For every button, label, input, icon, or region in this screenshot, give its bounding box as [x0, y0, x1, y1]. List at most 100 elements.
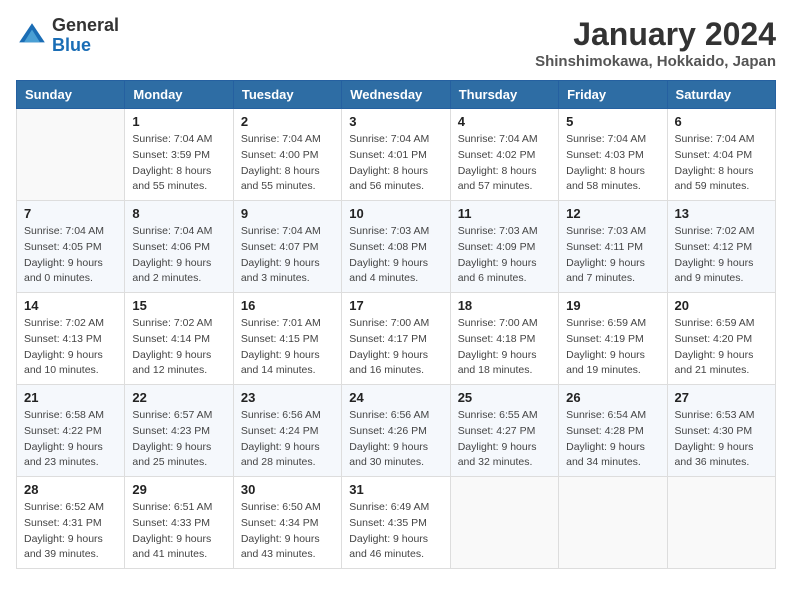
- day-info: Sunrise: 6:57 AMSunset: 4:23 PMDaylight:…: [132, 408, 225, 471]
- day-info: Sunrise: 6:53 AMSunset: 4:30 PMDaylight:…: [675, 408, 768, 471]
- calendar-cell: 3Sunrise: 7:04 AMSunset: 4:01 PMDaylight…: [342, 109, 450, 201]
- day-number: 17: [349, 298, 442, 313]
- day-info: Sunrise: 7:02 AMSunset: 4:12 PMDaylight:…: [675, 224, 768, 287]
- day-number: 14: [24, 298, 117, 313]
- calendar-cell: 19Sunrise: 6:59 AMSunset: 4:19 PMDayligh…: [559, 293, 667, 385]
- calendar-cell: 5 Sunrise: 7:04 AMSunset: 4:03 PMDaylight…: [559, 109, 667, 201]
- calendar-cell: 1 Sunrise: 7:04 AMSunset: 3:59 PMDaylight…: [125, 109, 233, 201]
- day-number: 25: [458, 390, 551, 405]
- calendar-cell: 31Sunrise: 6:49 AMSunset: 4:35 PMDayligh…: [342, 477, 450, 569]
- title-section: January 2024 Shinshimokawa, Hokkaido, Ja…: [535, 16, 776, 70]
- calendar-cell: 12Sunrise: 7:03 AMSunset: 4:11 PMDayligh…: [559, 201, 667, 293]
- day-number: 30: [241, 482, 334, 497]
- weekday-header: Tuesday: [233, 81, 341, 109]
- weekday-header: Friday: [559, 81, 667, 109]
- day-number: 31: [349, 482, 442, 497]
- day-number: 16: [241, 298, 334, 313]
- calendar-cell: 13 Sunrise: 7:02 AMSunset: 4:12 PMDayligh…: [667, 201, 775, 293]
- day-number: 15: [132, 298, 225, 313]
- logo-icon: [16, 20, 48, 52]
- location-subtitle: Shinshimokawa, Hokkaido, Japan: [535, 53, 776, 70]
- day-number: 8: [132, 206, 225, 221]
- calendar-cell: 6Sunrise: 7:04 AMSunset: 4:04 PMDaylight…: [667, 109, 775, 201]
- day-info: Sunrise: 7:03 AMSunset: 4:11 PMDaylight:…: [566, 224, 659, 287]
- calendar-cell: 7 Sunrise: 7:04 AMSunset: 4:05 PMDaylight…: [17, 201, 125, 293]
- day-number: 5: [566, 114, 659, 129]
- calendar-cell: 9Sunrise: 7:04 AMSunset: 4:07 PMDaylight…: [233, 201, 341, 293]
- day-number: 9: [241, 206, 334, 221]
- day-info: Sunrise: 7:03 AMSunset: 4:08 PMDaylight:…: [349, 224, 442, 287]
- calendar-cell: [450, 477, 558, 569]
- day-info: Sunrise: 6:50 AMSunset: 4:34 PMDaylight:…: [241, 500, 334, 563]
- day-info: Sunrise: 7:00 AMSunset: 4:18 PMDaylight:…: [458, 316, 551, 379]
- day-number: 4: [458, 114, 551, 129]
- calendar-week-row: 28 Sunrise: 6:52 AMSunset: 4:31 PMDayligh…: [17, 477, 776, 569]
- calendar-cell: [667, 477, 775, 569]
- calendar-cell: 26 Sunrise: 6:54 AMSunset: 4:28 PMDayligh…: [559, 385, 667, 477]
- day-number: 21: [24, 390, 117, 405]
- calendar-cell: 25 Sunrise: 6:55 AMSunset: 4:27 PMDayligh…: [450, 385, 558, 477]
- day-number: 27: [675, 390, 768, 405]
- calendar-week-row: 21Sunrise: 6:58 AMSunset: 4:22 PMDayligh…: [17, 385, 776, 477]
- logo: General Blue: [16, 16, 119, 56]
- calendar-cell: 29 Sunrise: 6:51 AMSunset: 4:33 PMDayligh…: [125, 477, 233, 569]
- day-info: Sunrise: 6:54 AMSunset: 4:28 PMDaylight:…: [566, 408, 659, 471]
- day-number: 23: [241, 390, 334, 405]
- calendar-cell: 14Sunrise: 7:02 AMSunset: 4:13 PMDayligh…: [17, 293, 125, 385]
- day-number: 6: [675, 114, 768, 129]
- day-info: Sunrise: 7:00 AMSunset: 4:17 PMDaylight:…: [349, 316, 442, 379]
- calendar-cell: 10 Sunrise: 7:03 AMSunset: 4:08 PMDayligh…: [342, 201, 450, 293]
- day-info: Sunrise: 7:02 AMSunset: 4:14 PMDaylight:…: [132, 316, 225, 379]
- calendar-cell: 15 Sunrise: 7:02 AMSunset: 4:14 PMDayligh…: [125, 293, 233, 385]
- calendar-table: SundayMondayTuesdayWednesdayThursdayFrid…: [16, 80, 776, 569]
- day-number: 10: [349, 206, 442, 221]
- day-info: Sunrise: 6:59 AMSunset: 4:19 PMDaylight:…: [566, 316, 659, 379]
- calendar-cell: 30 Sunrise: 6:50 AMSunset: 4:34 PMDayligh…: [233, 477, 341, 569]
- day-number: 20: [675, 298, 768, 313]
- calendar-cell: 8 Sunrise: 7:04 AMSunset: 4:06 PMDaylight…: [125, 201, 233, 293]
- calendar-week-row: 7 Sunrise: 7:04 AMSunset: 4:05 PMDaylight…: [17, 201, 776, 293]
- calendar-cell: [17, 109, 125, 201]
- calendar-cell: 20 Sunrise: 6:59 AMSunset: 4:20 PMDayligh…: [667, 293, 775, 385]
- weekday-header: Thursday: [450, 81, 558, 109]
- day-info: Sunrise: 7:04 AMSunset: 4:03 PMDaylight:…: [566, 132, 659, 195]
- day-info: Sunrise: 7:04 AMSunset: 4:05 PMDaylight:…: [24, 224, 117, 287]
- day-number: 26: [566, 390, 659, 405]
- day-info: Sunrise: 7:04 AMSunset: 4:06 PMDaylight:…: [132, 224, 225, 287]
- calendar-week-row: 14Sunrise: 7:02 AMSunset: 4:13 PMDayligh…: [17, 293, 776, 385]
- day-number: 29: [132, 482, 225, 497]
- weekday-header: Sunday: [17, 81, 125, 109]
- calendar-cell: 21Sunrise: 6:58 AMSunset: 4:22 PMDayligh…: [17, 385, 125, 477]
- day-info: Sunrise: 7:03 AMSunset: 4:09 PMDaylight:…: [458, 224, 551, 287]
- calendar-cell: 2Sunrise: 7:04 AMSunset: 4:00 PMDaylight…: [233, 109, 341, 201]
- calendar-cell: 24Sunrise: 6:56 AMSunset: 4:26 PMDayligh…: [342, 385, 450, 477]
- day-number: 3: [349, 114, 442, 129]
- weekday-header: Saturday: [667, 81, 775, 109]
- calendar-cell: 22Sunrise: 6:57 AMSunset: 4:23 PMDayligh…: [125, 385, 233, 477]
- day-number: 11: [458, 206, 551, 221]
- day-info: Sunrise: 6:51 AMSunset: 4:33 PMDaylight:…: [132, 500, 225, 563]
- day-number: 1: [132, 114, 225, 129]
- page-header: General Blue January 2024 Shinshimokawa,…: [16, 16, 776, 70]
- day-info: Sunrise: 7:04 AMSunset: 3:59 PMDaylight:…: [132, 132, 225, 195]
- calendar-cell: 4Sunrise: 7:04 AMSunset: 4:02 PMDaylight…: [450, 109, 558, 201]
- month-title: January 2024: [535, 16, 776, 53]
- calendar-cell: 28 Sunrise: 6:52 AMSunset: 4:31 PMDayligh…: [17, 477, 125, 569]
- day-info: Sunrise: 6:59 AMSunset: 4:20 PMDaylight:…: [675, 316, 768, 379]
- calendar-cell: 18Sunrise: 7:00 AMSunset: 4:18 PMDayligh…: [450, 293, 558, 385]
- day-info: Sunrise: 6:55 AMSunset: 4:27 PMDaylight:…: [458, 408, 551, 471]
- calendar-week-row: 1 Sunrise: 7:04 AMSunset: 3:59 PMDaylight…: [17, 109, 776, 201]
- day-info: Sunrise: 6:56 AMSunset: 4:26 PMDaylight:…: [349, 408, 442, 471]
- day-number: 13: [675, 206, 768, 221]
- calendar-cell: [559, 477, 667, 569]
- calendar-cell: 27 Sunrise: 6:53 AMSunset: 4:30 PMDayligh…: [667, 385, 775, 477]
- day-number: 2: [241, 114, 334, 129]
- day-number: 7: [24, 206, 117, 221]
- day-info: Sunrise: 6:52 AMSunset: 4:31 PMDaylight:…: [24, 500, 117, 563]
- calendar-cell: 11 Sunrise: 7:03 AMSunset: 4:09 PMDayligh…: [450, 201, 558, 293]
- day-number: 28: [24, 482, 117, 497]
- weekday-header: Wednesday: [342, 81, 450, 109]
- weekday-header: Monday: [125, 81, 233, 109]
- calendar-header-row: SundayMondayTuesdayWednesdayThursdayFrid…: [17, 81, 776, 109]
- day-info: Sunrise: 7:01 AMSunset: 4:15 PMDaylight:…: [241, 316, 334, 379]
